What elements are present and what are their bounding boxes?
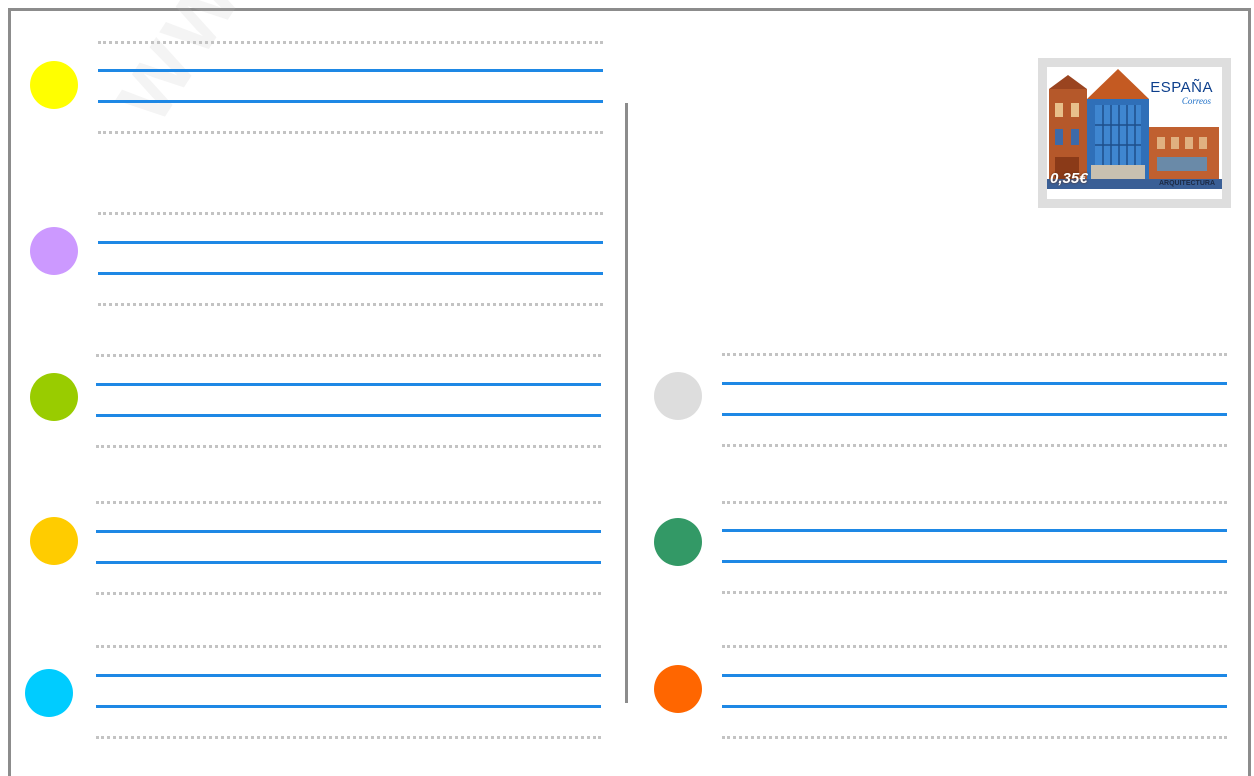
- color-dot: [30, 373, 78, 421]
- postage-stamp: ESPAÑA Correos 0,35€ ARQUITECTURA: [1038, 58, 1231, 208]
- color-dot: [25, 669, 73, 717]
- dotted-guide-line: [98, 303, 603, 306]
- writing-line[interactable]: [722, 529, 1227, 532]
- color-dot: [30, 227, 78, 275]
- dotted-guide-line: [722, 501, 1227, 504]
- writing-line[interactable]: [722, 674, 1227, 677]
- color-dot: [654, 518, 702, 566]
- writing-line[interactable]: [98, 241, 603, 244]
- postcard-divider: [625, 103, 628, 703]
- writing-line[interactable]: [722, 560, 1227, 563]
- writing-line[interactable]: [96, 530, 601, 533]
- color-dot: [654, 372, 702, 420]
- writing-line[interactable]: [96, 414, 601, 417]
- dotted-guide-line: [722, 645, 1227, 648]
- writing-line[interactable]: [722, 705, 1227, 708]
- color-dot: [30, 61, 78, 109]
- dotted-guide-line: [722, 353, 1227, 356]
- color-dot: [30, 517, 78, 565]
- writing-line[interactable]: [722, 382, 1227, 385]
- writing-line[interactable]: [98, 100, 603, 103]
- stamp-theme: ARQUITECTURA: [1159, 180, 1215, 187]
- dotted-guide-line: [96, 445, 601, 448]
- stamp-value: 0,35€: [1050, 170, 1088, 187]
- writing-line[interactable]: [96, 383, 601, 386]
- dotted-guide-line: [96, 501, 601, 504]
- dotted-guide-line: [722, 591, 1227, 594]
- dotted-guide-line: [96, 645, 601, 648]
- dotted-guide-line: [98, 131, 603, 134]
- color-dot: [654, 665, 702, 713]
- writing-line[interactable]: [96, 561, 601, 564]
- writing-line[interactable]: [98, 69, 603, 72]
- dotted-guide-line: [96, 592, 601, 595]
- writing-line[interactable]: [96, 705, 601, 708]
- dotted-guide-line: [722, 444, 1227, 447]
- writing-line[interactable]: [96, 674, 601, 677]
- dotted-guide-line: [98, 41, 603, 44]
- writing-line[interactable]: [98, 272, 603, 275]
- dotted-guide-line: [722, 736, 1227, 739]
- stamp-country: ESPAÑA: [1150, 79, 1213, 96]
- stamp-postal-service: Correos: [1181, 96, 1211, 106]
- dotted-guide-line: [96, 354, 601, 357]
- writing-line[interactable]: [722, 413, 1227, 416]
- dotted-guide-line: [96, 736, 601, 739]
- dotted-guide-line: [98, 212, 603, 215]
